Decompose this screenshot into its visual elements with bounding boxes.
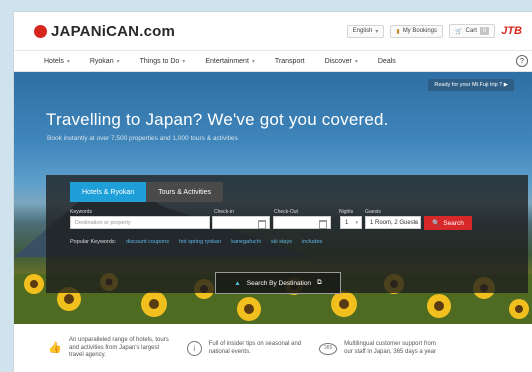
cart-label: Cart — [465, 28, 477, 34]
cart-count-badge: 0 — [479, 27, 490, 35]
nav-item-transport[interactable]: Transport — [275, 58, 305, 65]
nav-item-label: Transport — [274, 57, 305, 65]
feature-text-line: national events. — [208, 348, 251, 355]
top-bar: JAPANiCAN.com English ▾ ▮ My Bookings 🛒 … — [14, 12, 532, 51]
nav-item-label: Ryokan — [89, 57, 114, 65]
help-icon[interactable]: ? — [516, 55, 528, 67]
chevron-down-icon: ▾ — [375, 28, 379, 35]
search-button-label: Search — [443, 219, 464, 227]
popular-keywords-label: Popular Keywords: — [70, 239, 117, 245]
popular-keyword-link[interactable]: kanegafuchi — [231, 239, 261, 245]
my-bookings-button[interactable]: ▮ My Bookings — [390, 24, 444, 38]
cart-icon: 🛒 — [455, 28, 463, 35]
popular-keyword-link[interactable]: discount coupons — [126, 239, 169, 245]
guests-select[interactable]: 1 Room, 2 Guests ▾ — [365, 216, 421, 229]
popular-keywords: Popular Keywords: discount coupons hot s… — [70, 239, 322, 245]
checkout-input[interactable] — [273, 216, 331, 229]
search-by-destination-label: Search By Destination — [246, 279, 312, 287]
hero-subline: Book instantly at over 7,500 properties … — [47, 135, 238, 142]
chevron-down-icon: ▾ — [354, 58, 358, 65]
nav-item-label: Entertainment — [205, 57, 249, 65]
nav-item-deals[interactable]: Deals — [378, 58, 396, 65]
logo-dot-icon — [34, 24, 47, 38]
external-link-icon: ⧉ — [317, 279, 322, 286]
my-bookings-label: My Bookings — [402, 28, 438, 34]
nav-item-label: Deals — [377, 57, 396, 65]
nav-item-entertainment[interactable]: Entertainment ▾ — [205, 58, 255, 65]
chevron-down-icon: ▾ — [116, 58, 120, 65]
guests-value: 1 Room, 2 Guests — [370, 219, 419, 226]
nights-value: 1 — [345, 219, 349, 226]
search-panel: Hotels & Ryokan Tours & Activities Keywo… — [46, 175, 528, 294]
feature-text-line: travel agency. — [69, 352, 106, 359]
feature-text-line: our staff in Japan, 365 days a year — [344, 348, 437, 355]
calendar-icon — [258, 220, 266, 229]
guests-label: Guests — [365, 209, 381, 215]
checkout-label: Check-Out — [274, 209, 298, 215]
feature-text-line: Multilingual customer support from — [344, 341, 436, 347]
site-logo[interactable]: JAPANiCAN.com — [34, 23, 175, 40]
popular-keyword-link[interactable]: includes — [302, 239, 322, 245]
map-icon: ▲ — [234, 279, 241, 287]
nav-item-ryokan[interactable]: Ryokan ▾ — [90, 58, 120, 65]
top-utilities: English ▾ ▮ My Bookings 🛒 Cart 0 JTB — [346, 24, 522, 38]
hero-headline: Travelling to Japan? We've got you cover… — [46, 110, 389, 129]
language-label: English — [352, 28, 373, 34]
nav-item-label: Hotels — [44, 57, 64, 65]
tab-hotels-ryokan[interactable]: Hotels & Ryokan — [70, 182, 147, 202]
chevron-down-icon: ▾ — [182, 58, 186, 65]
popular-keyword-link[interactable]: hot spring ryokan — [179, 239, 221, 245]
hero-banner: Ready for your Mt.Fuji trip ? ▶ Travelli… — [14, 72, 532, 324]
nav-item-hotels[interactable]: Hotels ▾ — [44, 58, 70, 65]
checkin-input[interactable] — [212, 216, 270, 229]
feature-item: 365 Multilingual customer support from o… — [319, 341, 436, 356]
nav-item-label: Things to Do — [139, 57, 180, 65]
logo-text: JAPANiCAN.com — [51, 22, 176, 40]
info-icon: i — [186, 341, 202, 356]
language-select[interactable]: English ▾ — [346, 24, 385, 38]
feature-text: An unparalleled range of hotels, tours a… — [69, 337, 169, 360]
search-button[interactable]: 🔍 Search — [424, 216, 472, 230]
chevron-down-icon: ▾ — [414, 219, 417, 226]
person-icon: ▮ — [396, 28, 400, 35]
cart-button[interactable]: 🛒 Cart 0 — [449, 24, 496, 38]
search-tabs: Hotels & Ryokan Tours & Activities — [70, 182, 224, 202]
brand-mark[interactable]: JTB — [501, 25, 522, 37]
feature-item: i Full of insider tips on seasonal and n… — [186, 341, 301, 356]
popular-keyword-link[interactable]: ski stays — [271, 239, 292, 245]
keyword-input[interactable]: Destination or property — [70, 216, 210, 229]
search-by-destination-button[interactable]: ▲ Search By Destination ⧉ — [215, 272, 341, 294]
main-nav: Hotels ▾ Ryokan ▾ Things to Do ▾ Entertainm… — [14, 51, 532, 72]
search-icon: 🔍 — [432, 220, 441, 227]
keywords-label: Keywords — [70, 209, 92, 215]
nights-select[interactable]: 1 ▾ — [340, 216, 362, 229]
chevron-down-icon: ▾ — [355, 219, 358, 226]
feature-text-line: Full of insider tips on seasonal and — [208, 341, 302, 347]
thumbs-up-icon: 👍 — [48, 341, 62, 354]
checkin-label: Check-in — [214, 209, 234, 215]
nav-item-discover[interactable]: Discover ▾ — [325, 58, 358, 65]
nav-item-things-to-do[interactable]: Things to Do ▾ — [140, 58, 186, 65]
support-365-icon: 365 — [319, 342, 338, 355]
mt-fuji-promo-banner[interactable]: Ready for your Mt.Fuji trip ? ▶ — [428, 79, 514, 91]
nav-item-label: Discover — [324, 57, 352, 65]
tab-tours-activities[interactable]: Tours & Activities — [146, 182, 224, 202]
feature-text-line: and activities from Japan's largest — [69, 344, 160, 351]
feature-text: Multilingual customer support from our s… — [344, 341, 436, 356]
chevron-down-icon: ▾ — [251, 58, 255, 65]
nights-label: Nights — [339, 209, 354, 215]
feature-text-line: An unparalleled range of hotels, tours — [69, 337, 169, 344]
chevron-down-icon: ▾ — [66, 58, 70, 65]
feature-item: 👍 An unparalleled range of hotels, tours… — [48, 337, 169, 360]
features-strip: 👍 An unparalleled range of hotels, tours… — [14, 324, 532, 372]
calendar-icon — [319, 220, 327, 229]
feature-text: Full of insider tips on seasonal and nat… — [209, 341, 301, 356]
browser-viewport: JAPANiCAN.com English ▾ ▮ My Bookings 🛒 … — [14, 12, 532, 372]
